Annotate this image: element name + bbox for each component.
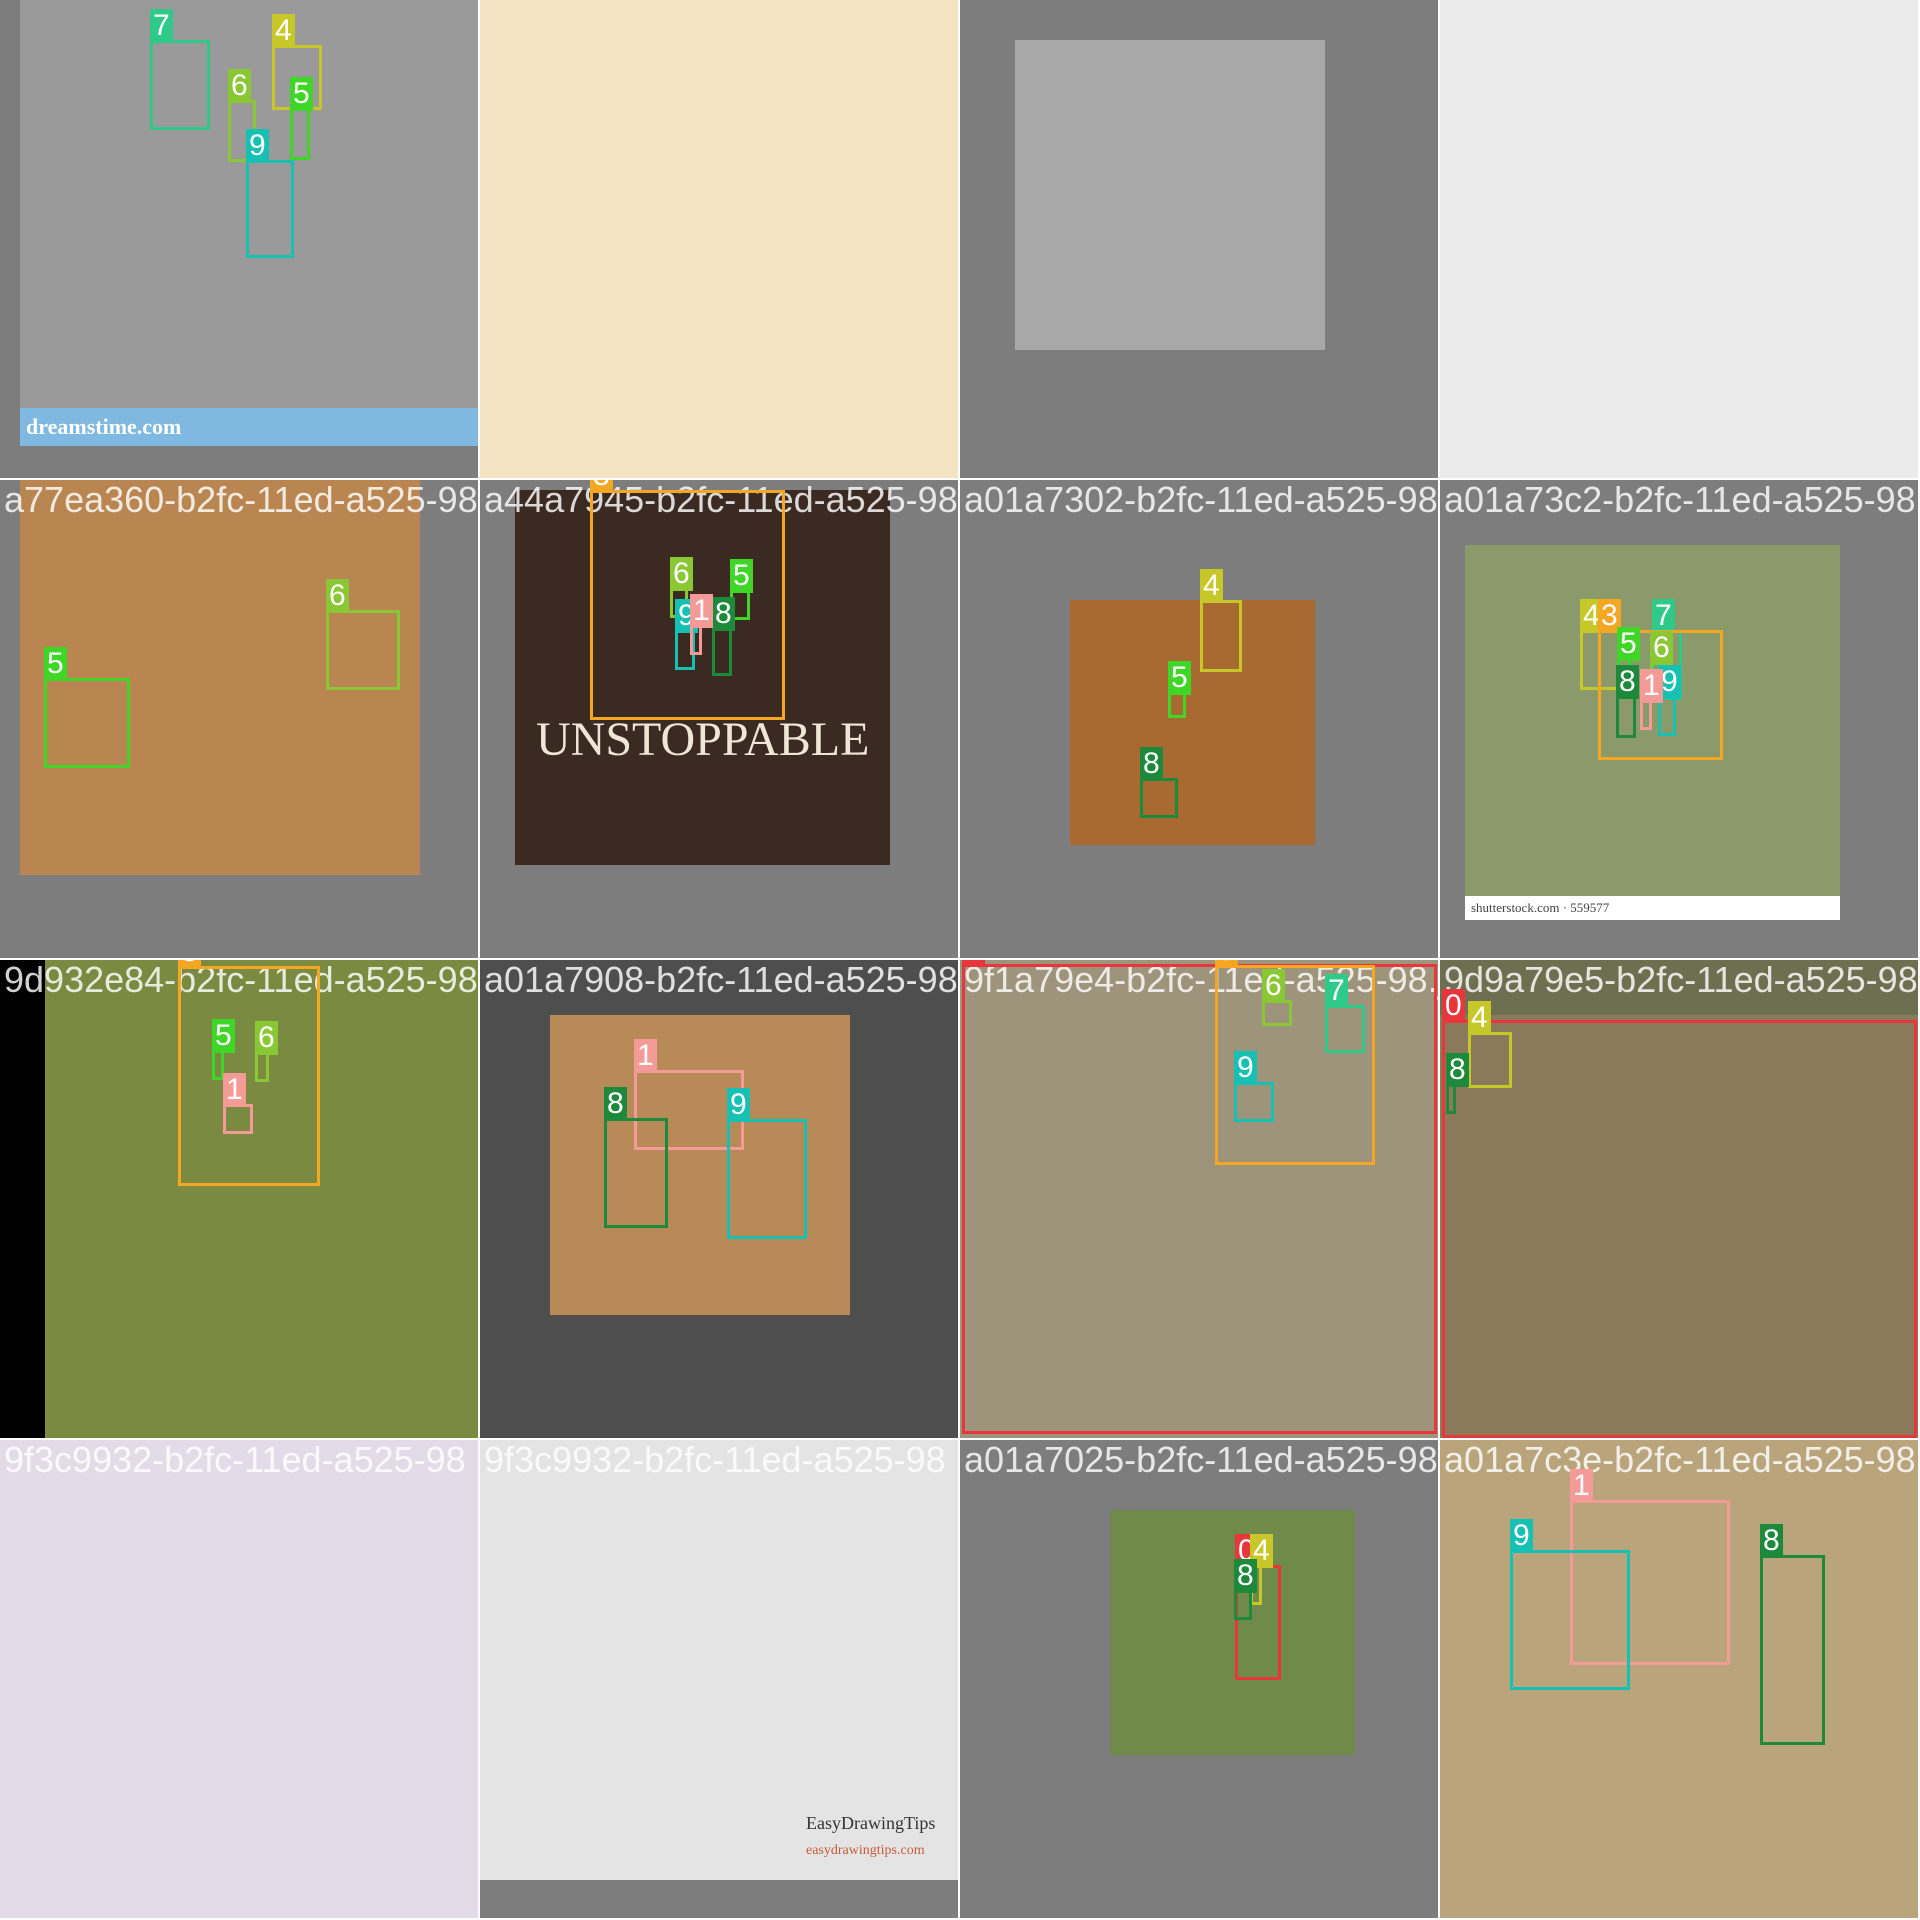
lion-photo <box>0 1440 478 1918</box>
class-label: 6 <box>670 557 693 591</box>
detection-box: 5 <box>44 647 130 768</box>
detection-box: 8 <box>1446 1053 1469 1114</box>
class-label: 3 <box>1215 960 1238 968</box>
class-label: 1 <box>223 1073 246 1107</box>
class-label: 7 <box>1325 974 1348 1008</box>
class-label: 3 <box>178 960 201 969</box>
detection-box: 0 <box>1442 989 1917 1438</box>
detection-box: 1 <box>690 594 713 655</box>
lion-photo <box>480 0 958 478</box>
detection-box: 9 <box>246 129 294 258</box>
class-label: 8 <box>1234 1559 1257 1593</box>
lion-photo <box>1015 40 1325 350</box>
class-label: 6 <box>1262 969 1285 1003</box>
mosaic-tile: dreamstime.com 7 4 6 5 9 <box>0 0 480 480</box>
detection-box: 9 <box>1510 1519 1630 1690</box>
mosaic-tile: 9d9a79e5-b2fc-11ed-a525-98.jpg04 8 <box>1440 960 1920 1440</box>
class-label: 4 <box>1468 1001 1491 1035</box>
mosaic-tile: shutterstock.com · 559577 a01a73c2-b2fc-1… <box>1440 480 1920 960</box>
class-label: 9 <box>1234 1051 1257 1085</box>
class-label: 1 <box>690 594 713 628</box>
mosaic-tile: 9f1a79e4-b2fc-11ed-a525-98.jpg03679 <box>960 960 1440 1440</box>
mosaic-tile: EasyDrawingTips easydrawingtips.com 9f3c99… <box>480 1440 960 1920</box>
mosaic-tile: a77ea360-b2fc-11ed-a525-98 5 6 <box>0 480 480 960</box>
class-label: 5 <box>290 77 313 111</box>
mosaic-tile <box>960 0 1440 480</box>
watermark-text: dreamstime.com <box>20 408 478 446</box>
mosaic-tile <box>480 0 960 480</box>
class-label: 8 <box>1616 665 1639 699</box>
detection-box: 9 <box>1234 1051 1274 1122</box>
class-label: 5 <box>44 647 67 681</box>
class-label: 7 <box>1652 599 1675 633</box>
class-label: 7 <box>150 9 173 43</box>
detection-box: 1 <box>223 1073 253 1134</box>
mosaic-tile: 9d932e84-b2fc-11ed-a525-98.jpg3561 <box>0 960 480 1440</box>
lion-photo <box>1110 1510 1355 1755</box>
class-label: 9 <box>1510 1519 1533 1553</box>
mosaic-tile: a01a7c3e-b2fc-11ed-a525-98.jpg198 <box>1440 1440 1920 1920</box>
detection-box: 8 <box>1760 1524 1825 1745</box>
class-label: 6 <box>255 1021 278 1055</box>
class-label: 9 <box>727 1088 750 1122</box>
detection-box: 8 <box>712 597 735 676</box>
watermark-text: easydrawingtips.com <box>806 1843 925 1858</box>
mosaic-tile: a01a7908-b2fc-11ed-a525-98.jpg 18 9 <box>480 960 960 1440</box>
detection-box: 6 <box>255 1021 278 1082</box>
class-label: 3 <box>590 480 613 493</box>
detection-box: 7 <box>1325 974 1365 1053</box>
class-label: 0 <box>962 960 985 967</box>
watermark-text: UNSTOPPABLE <box>536 713 870 766</box>
class-label: 8 <box>604 1087 627 1121</box>
mosaic-tile: a01a7302-b2fc-11ed-a525-98.jpg 4 5 8 <box>960 480 1440 960</box>
detection-box: 8 <box>604 1087 668 1228</box>
class-label: 5 <box>730 559 753 593</box>
detection-box: 8 <box>1234 1559 1257 1620</box>
class-label: 5 <box>1168 661 1191 695</box>
filename-label: a01a73c2-b2fc-11ed-a525-98.jpg <box>1444 480 1918 520</box>
detection-box: 6 <box>326 579 400 690</box>
mosaic-tile: a01a7025-b2fc-11ed-a525-98.jpg048 <box>960 1440 1440 1920</box>
class-label: 5 <box>1617 627 1640 661</box>
filename-label: a01a7302-b2fc-11ed-a525-98.jpg <box>964 480 1438 520</box>
lion-photo <box>1440 0 1918 478</box>
detection-box: 4 <box>1468 1001 1512 1088</box>
class-label: 6 <box>326 579 349 613</box>
detection-box: 7 <box>150 9 210 130</box>
detection-box: 4 <box>1200 569 1242 672</box>
class-label: 9 <box>246 129 269 163</box>
class-label: 4 <box>1200 569 1223 603</box>
detection-box: 3 <box>178 960 320 1186</box>
filename-label: a01a7025-b2fc-11ed-a525-98.jpg <box>964 1440 1438 1480</box>
filename-label: a01a7908-b2fc-11ed-a525-98.jpg <box>484 960 958 1000</box>
mosaic-tile: UNSTOPPABLEa44a7945-b2fc-11ed-a525-98.jp… <box>480 480 960 960</box>
detection-box: 5 <box>1168 661 1191 718</box>
watermark-text: shutterstock.com · 559577 <box>1465 896 1840 920</box>
class-label: 8 <box>712 597 735 631</box>
class-label: 6 <box>1650 631 1673 665</box>
detection-box: 1 <box>1640 669 1663 730</box>
class-label: 8 <box>1140 747 1163 781</box>
detection-box: 8 <box>1140 747 1178 818</box>
class-label: 1 <box>634 1039 657 1073</box>
image-mosaic: dreamstime.com 7 4 6 5 9 a77ea360-b2fc-11ed-a5… <box>0 0 1920 1920</box>
detection-box: 9 <box>727 1088 807 1239</box>
lion-photo <box>1070 600 1315 845</box>
mosaic-tile <box>1440 0 1920 480</box>
detection-box: 8 <box>1616 665 1639 738</box>
filename-label: 9d9a79e5-b2fc-11ed-a525-98.jpg <box>1444 960 1918 1000</box>
detection-box: 6 <box>1262 969 1292 1026</box>
class-label: 6 <box>228 69 251 103</box>
class-label: 8 <box>1446 1053 1469 1087</box>
class-label: 1 <box>1640 669 1663 703</box>
class-label: 0 <box>1442 989 1465 1023</box>
detection-box: 5 <box>290 77 313 160</box>
class-label: 1 <box>1570 1469 1593 1503</box>
mosaic-tile: 9f3c9932-b2fc-11ed-a525-98 <box>0 1440 480 1920</box>
class-label: 8 <box>1760 1524 1783 1558</box>
class-label: 5 <box>212 1019 235 1053</box>
watermark-text: EasyDrawingTips <box>806 1813 936 1833</box>
class-label: 4 <box>272 14 295 48</box>
